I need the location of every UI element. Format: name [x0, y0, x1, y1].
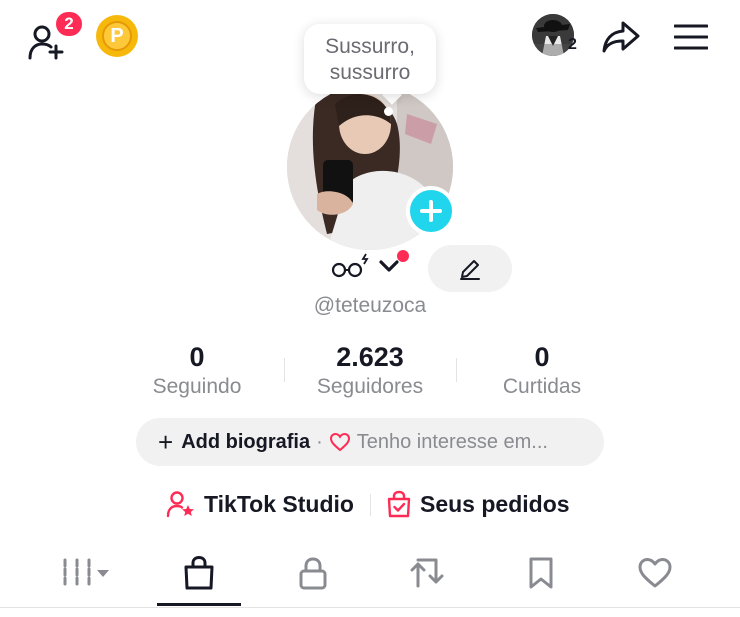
- note-bubble[interactable]: Sussurro, sussurro: [304, 24, 436, 94]
- edit-profile-button[interactable]: [428, 245, 512, 292]
- add-avatar-button[interactable]: [406, 186, 456, 236]
- plus-icon: [420, 200, 442, 222]
- lock-icon: [299, 557, 327, 590]
- share-button[interactable]: [598, 14, 644, 60]
- tab-reposts[interactable]: [385, 540, 469, 606]
- stat-followers-label: Seguidores: [316, 375, 424, 398]
- profile-links: TikTok Studio Seus pedidos: [0, 484, 740, 524]
- tab-favorites[interactable]: [499, 540, 583, 606]
- display-name[interactable]: [330, 252, 370, 286]
- grid-icon: [63, 558, 109, 588]
- hamburger-menu-icon: [674, 24, 708, 50]
- content-tabs: [0, 540, 740, 608]
- stat-following[interactable]: 0 Seguindo: [110, 340, 284, 400]
- tab-shop[interactable]: [157, 540, 241, 606]
- tab-private[interactable]: [271, 540, 355, 606]
- heart-icon: [638, 558, 672, 588]
- orders-link[interactable]: Seus pedidos: [386, 484, 570, 524]
- coin-icon: P: [102, 21, 132, 51]
- stat-likes-label: Curtidas: [502, 375, 582, 398]
- add-bio-label[interactable]: Add biografia: [181, 431, 310, 454]
- studio-user-star-icon: [166, 491, 194, 518]
- note-text: Sussurro, sussurro: [325, 35, 415, 84]
- profile-stats: 0 Seguindo 2.623 Seguidores 0 Curtidas: [110, 340, 630, 410]
- add-friend-button[interactable]: 2: [22, 10, 84, 60]
- links-divider: [370, 494, 371, 516]
- orders-label: Seus pedidos: [420, 490, 570, 517]
- tiktok-studio-label: TikTok Studio: [204, 490, 354, 517]
- stat-following-value: 0: [189, 342, 205, 372]
- stat-following-label: Seguindo: [152, 375, 242, 398]
- username: @teteuzoca: [313, 294, 427, 317]
- display-name-row: [0, 244, 740, 294]
- coin-button[interactable]: P: [96, 15, 138, 57]
- bio-separator: ·: [316, 430, 323, 453]
- heart-outline-icon: [329, 432, 351, 452]
- story-count: 2: [568, 36, 577, 53]
- stat-followers[interactable]: 2.623 Seguidores: [283, 340, 457, 400]
- interests-label[interactable]: Tenho interesse em...: [357, 431, 548, 454]
- notification-badge: 2: [54, 10, 84, 38]
- chevron-down-icon[interactable]: [378, 258, 400, 274]
- menu-button[interactable]: [668, 14, 714, 60]
- tiktok-studio-link[interactable]: TikTok Studio: [166, 484, 354, 524]
- active-tab-indicator: [157, 603, 241, 606]
- shopping-bag-icon: [184, 555, 214, 590]
- add-bio-plus-icon: +: [158, 427, 174, 457]
- bio-pill[interactable]: + Add biografia · Tenho interesse em...: [136, 418, 604, 466]
- story-button[interactable]: 2: [530, 14, 582, 58]
- new-indicator-dot: [397, 250, 409, 262]
- tab-liked[interactable]: [613, 540, 697, 606]
- stat-followers-value: 2.623: [336, 342, 404, 372]
- bookmark-icon: [529, 557, 553, 589]
- repost-icon: [410, 558, 444, 588]
- tab-videos[interactable]: [45, 540, 129, 606]
- pencil-icon: [460, 259, 480, 280]
- stat-likes-value: 0: [534, 342, 550, 372]
- share-icon: [602, 21, 640, 53]
- stat-likes[interactable]: 0 Curtidas: [455, 340, 629, 400]
- glasses-icon: [331, 253, 369, 278]
- note-bubble-dot: [384, 107, 393, 116]
- shopping-bag-check-icon: [387, 490, 411, 518]
